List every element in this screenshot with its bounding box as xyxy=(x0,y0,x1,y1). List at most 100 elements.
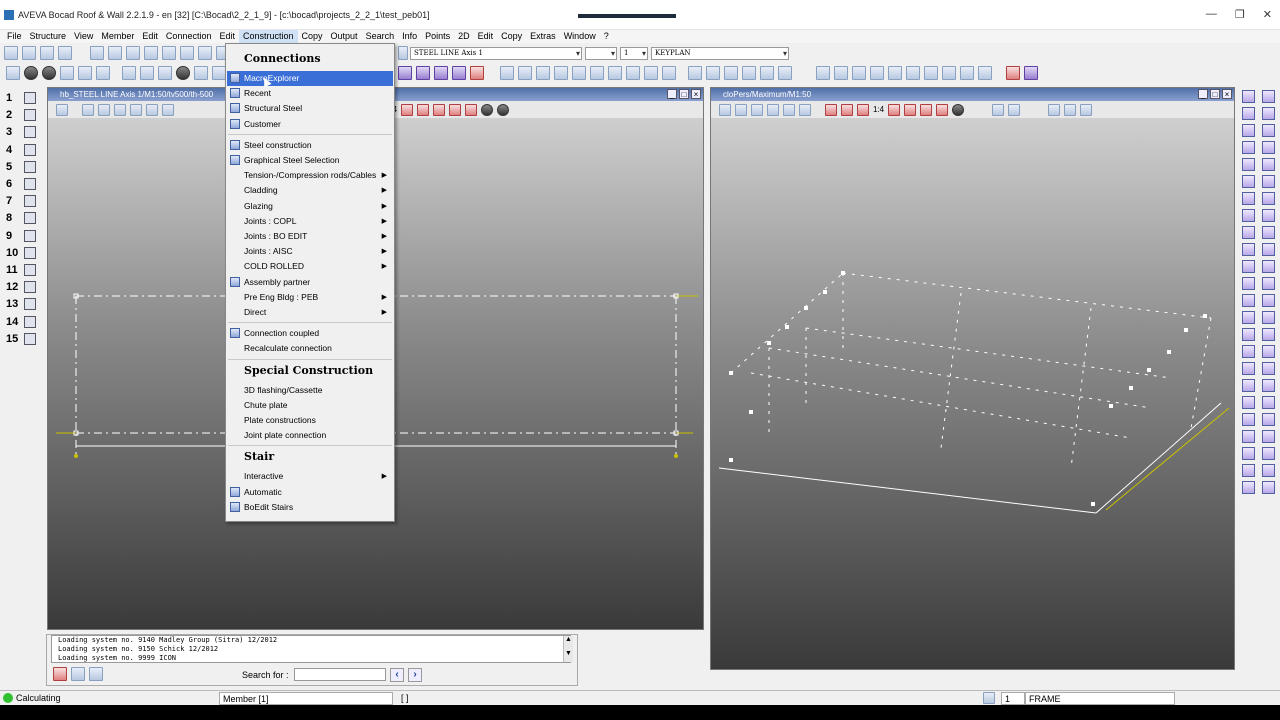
left-tool-icon[interactable] xyxy=(24,212,36,225)
menu-item-plate-constructions[interactable]: Plate constructions xyxy=(227,413,393,428)
menu-structure-1[interactable]: Structure xyxy=(26,30,71,43)
p-pen-1-icon[interactable] xyxy=(1048,103,1061,116)
menu-item-recalculate-connection[interactable]: Recalculate connection xyxy=(227,341,393,356)
axis-extra-combo[interactable] xyxy=(585,46,617,60)
p-rotate-3-icon[interactable] xyxy=(857,103,869,116)
right-tool-icon[interactable] xyxy=(1262,175,1275,188)
menu-item-glazing[interactable]: Glazing ▶ xyxy=(227,199,393,214)
left-tool-row[interactable]: 15 xyxy=(0,331,42,348)
p-rotate-6-icon[interactable] xyxy=(920,103,933,116)
v-rotate-5-icon[interactable] xyxy=(417,103,430,116)
tool-d-icon[interactable] xyxy=(554,66,568,80)
menu-item-macroexplorer[interactable]: MacroExplorer xyxy=(227,71,393,86)
shade-icon[interactable] xyxy=(176,66,190,80)
v-hand-icon[interactable] xyxy=(56,103,68,116)
menu-view-2[interactable]: View xyxy=(70,30,97,43)
pin-icon[interactable] xyxy=(742,66,756,80)
menu-search-10[interactable]: Search xyxy=(362,30,399,43)
p-rotate-5-icon[interactable] xyxy=(904,103,917,116)
point-9-icon[interactable] xyxy=(960,66,974,80)
filter-icon[interactable] xyxy=(96,66,110,80)
tool-c-icon[interactable] xyxy=(536,66,550,80)
left-tool-row[interactable]: 4 xyxy=(0,142,42,159)
viewport-max-button[interactable]: □ xyxy=(1210,89,1220,99)
render-icon[interactable] xyxy=(42,66,56,80)
tool-f-icon[interactable] xyxy=(590,66,604,80)
console-scrollbar[interactable]: ▲ ▼ xyxy=(563,636,573,662)
link-icon[interactable] xyxy=(688,66,702,80)
point-6-icon[interactable] xyxy=(906,66,920,80)
view-section-icon[interactable] xyxy=(162,46,176,60)
menu-item-pre-eng-bldg-peb[interactable]: Pre Eng Bldg : PEB ▶ xyxy=(227,290,393,305)
point-7-icon[interactable] xyxy=(924,66,938,80)
p-window-1-icon[interactable] xyxy=(992,103,1005,116)
tool-e-icon[interactable] xyxy=(572,66,586,80)
search-prev-button[interactable]: ‹ xyxy=(390,668,404,682)
number-combo[interactable]: 1 xyxy=(620,46,648,60)
p-export-icon[interactable] xyxy=(783,103,795,116)
viewport-min-button[interactable]: _ xyxy=(1198,89,1208,99)
menu-construction-7[interactable]: Construction xyxy=(238,30,298,43)
arc-icon[interactable] xyxy=(760,66,774,80)
left-tool-icon[interactable] xyxy=(24,264,36,276)
right-tool-icon[interactable] xyxy=(1242,260,1255,273)
right-tool-icon[interactable] xyxy=(1242,464,1255,477)
cross-icon[interactable] xyxy=(778,66,792,80)
viewport-max-button[interactable]: □ xyxy=(679,89,689,99)
view-iso-icon[interactable] xyxy=(144,46,158,60)
p-window-2-icon[interactable] xyxy=(1008,103,1021,116)
console-copy-icon[interactable] xyxy=(89,667,103,681)
menu-item-recent[interactable]: Recent xyxy=(227,86,393,101)
right-tool-icon[interactable] xyxy=(1262,430,1275,443)
right-tool-icon[interactable] xyxy=(1242,345,1255,358)
right-tool-icon[interactable] xyxy=(1242,430,1255,443)
p-rotate-4-icon[interactable] xyxy=(888,103,901,116)
right-tool-icon[interactable] xyxy=(1242,158,1255,171)
p-hand-icon[interactable] xyxy=(799,103,811,116)
left-tool-row[interactable]: 5 xyxy=(0,159,42,176)
point-10-icon[interactable] xyxy=(978,66,992,80)
p-pen-2-icon[interactable] xyxy=(1064,103,1077,116)
layer-icon[interactable] xyxy=(212,66,226,80)
left-tool-row[interactable]: 1 xyxy=(0,90,42,107)
v-rotate-8-icon[interactable] xyxy=(465,103,478,116)
point-2-icon[interactable] xyxy=(834,66,848,80)
left-tool-row[interactable]: 9 xyxy=(0,228,42,245)
tool-j-icon[interactable] xyxy=(662,66,676,80)
left-tool-icon[interactable] xyxy=(24,332,36,345)
tool-a-icon[interactable] xyxy=(500,66,514,80)
left-tool-row[interactable]: 13 xyxy=(0,296,42,313)
right-tool-icon[interactable] xyxy=(1262,90,1275,103)
p-pen-3-icon[interactable] xyxy=(1080,103,1093,116)
v-copy-icon[interactable] xyxy=(130,103,142,116)
right-tool-icon[interactable] xyxy=(1262,141,1275,154)
viewport-min-button[interactable]: _ xyxy=(667,89,677,99)
p-print-icon[interactable] xyxy=(767,103,779,116)
right-tool-icon[interactable] xyxy=(1262,277,1275,290)
right-tool-icon[interactable] xyxy=(1242,192,1255,205)
view-front-icon[interactable] xyxy=(90,46,104,60)
right-tool-icon[interactable] xyxy=(1262,328,1275,341)
plan-combo[interactable]: KEYPLAN xyxy=(651,46,789,60)
menu-item-steel-construction[interactable]: Steel construction xyxy=(227,138,393,153)
point-4-icon[interactable] xyxy=(870,66,884,80)
grid-color-icon[interactable] xyxy=(1006,66,1020,80)
point-5-icon[interactable] xyxy=(888,66,902,80)
menu-item-chute-plate[interactable]: Chute plate xyxy=(227,398,393,413)
left-tool-icon[interactable] xyxy=(24,195,36,208)
right-tool-icon[interactable] xyxy=(1242,226,1255,239)
edit-4-icon[interactable] xyxy=(452,66,466,80)
clear-console-icon[interactable] xyxy=(53,667,67,681)
menu-item-joints-copl[interactable]: Joints : COPL ▶ xyxy=(227,214,393,229)
left-tool-row[interactable]: 8 xyxy=(0,210,42,227)
text-icon[interactable] xyxy=(194,66,208,80)
v-print-icon[interactable] xyxy=(114,103,126,116)
menu-edit-6[interactable]: Edit xyxy=(215,30,239,43)
right-tool-icon[interactable] xyxy=(1242,328,1255,341)
menu-item-customer[interactable]: Customer xyxy=(227,117,393,132)
right-tool-icon[interactable] xyxy=(1262,294,1275,307)
menu-item-interactive[interactable]: Interactive ▶ xyxy=(227,469,393,484)
right-tool-icon[interactable] xyxy=(1262,362,1275,375)
right-tool-icon[interactable] xyxy=(1242,141,1255,154)
p-rotate-1-icon[interactable] xyxy=(825,103,837,116)
